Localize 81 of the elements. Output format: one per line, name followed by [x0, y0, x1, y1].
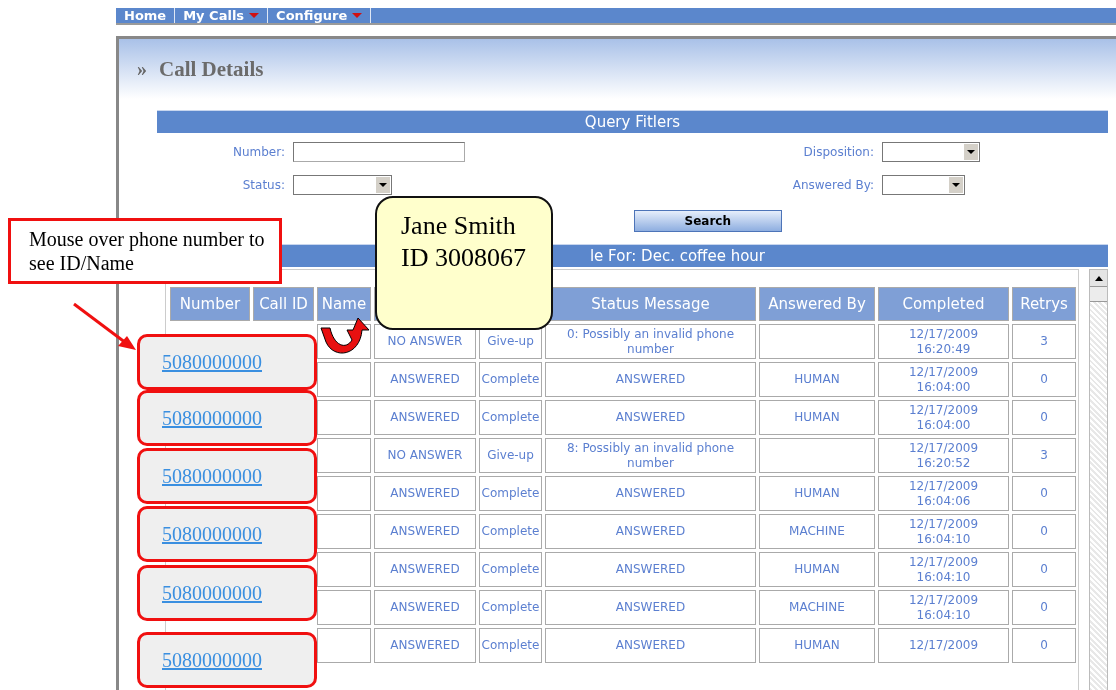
table-cell: 12/17/2009 16:04:10: [878, 514, 1009, 549]
table-cell: ANSWERED: [374, 362, 476, 397]
phone-number-link[interactable]: 5080000000: [162, 406, 262, 430]
phone-number-link[interactable]: 5080000000: [162, 648, 262, 672]
table-cell: 12/17/2009 16:04:00: [878, 362, 1009, 397]
column-header: Retrys: [1012, 287, 1076, 321]
table-cell: 12/17/2009 16:20:52: [878, 438, 1009, 473]
table-cell: 12/17/2009 16:04:06: [878, 476, 1009, 511]
table-cell: ANSWERED: [545, 628, 756, 663]
table-cell: 3: [1012, 324, 1076, 359]
table-cell: MACHINE: [759, 590, 875, 625]
dropdown-field[interactable]: [293, 175, 392, 195]
nav-menu-item[interactable]: Configure: [268, 8, 372, 23]
curved-arrow: [320, 317, 370, 354]
table-cell: NO ANSWER: [374, 438, 476, 473]
table-cell: 0: [1012, 400, 1076, 435]
table-cell: Complete: [479, 590, 542, 625]
chevron-icon: »: [137, 57, 147, 81]
table-cell: 0: [1012, 628, 1076, 663]
table-cell: ANSWERED: [545, 362, 756, 397]
phone-number-link[interactable]: 5080000000: [162, 350, 262, 374]
column-header: Completed: [878, 287, 1009, 321]
field-label: Answered By:: [792, 178, 874, 192]
page-title: Call Details: [159, 56, 264, 82]
table-cell: 0: [1012, 590, 1076, 625]
table-cell: Give-up: [479, 438, 542, 473]
phone-number-link[interactable]: 5080000000: [162, 522, 262, 546]
section-header: Query Fitlers: [157, 110, 1108, 133]
table-cell: 0: [1012, 514, 1076, 549]
table-cell: 12/17/2009: [878, 628, 1009, 663]
table-cell: ANSWERED: [374, 400, 476, 435]
column-header: Number: [170, 287, 250, 321]
column-header: Answered By: [759, 287, 875, 321]
table-cell: ANSWERED: [545, 514, 756, 549]
table-cell: 3: [1012, 438, 1076, 473]
table-cell: 12/17/2009 16:20:49: [878, 324, 1009, 359]
table-cell: MACHINE: [759, 514, 875, 549]
table-cell: ANSWERED: [374, 514, 476, 549]
nav-menu-item[interactable]: Home: [116, 8, 176, 23]
column-header: Call ID: [253, 287, 314, 321]
table-cell: HUMAN: [759, 476, 875, 511]
table-cell: Complete: [479, 362, 542, 397]
table-cell: HUMAN: [759, 552, 875, 587]
dropdown-field[interactable]: [882, 142, 980, 162]
table-cell: Complete: [479, 514, 542, 549]
table-cell: Complete: [479, 400, 542, 435]
table-cell: HUMAN: [759, 400, 875, 435]
table-cell: 0: [1012, 362, 1076, 397]
table-cell: 0: [1012, 552, 1076, 587]
table-cell: ANSWERED: [545, 552, 756, 587]
table-cell: ANSWERED: [374, 590, 476, 625]
table-cell: 12/17/2009 16:04:10: [878, 552, 1009, 587]
tooltip: Jane Smith ID 3008067: [375, 196, 553, 330]
table-cell: ANSWERED: [374, 552, 476, 587]
table-cell: Complete: [479, 552, 542, 587]
field-label: Status:: [241, 178, 285, 192]
table-cell: ANSWERED: [374, 628, 476, 663]
column-header: Name: [317, 287, 371, 321]
table-cell: HUMAN: [759, 362, 875, 397]
table-cell: 12/17/2009 16:04:00: [878, 400, 1009, 435]
table-cell: Complete: [479, 476, 542, 511]
table-cell: ANSWERED: [545, 400, 756, 435]
field-label: Disposition:: [803, 145, 874, 159]
annotation-note: Mouse over phone number to see ID/Name: [8, 218, 282, 284]
nav-menu-item[interactable]: My Calls: [175, 8, 269, 23]
table-cell: 0: Possibly an invalid phone number: [545, 324, 756, 359]
input-field[interactable]: [293, 142, 465, 162]
table-cell: ANSWERED: [374, 476, 476, 511]
table-cell: ANSWERED: [545, 476, 756, 511]
scrollbar[interactable]: [1089, 269, 1108, 690]
phone-number-link[interactable]: 5080000000: [162, 581, 262, 605]
table-cell: ANSWERED: [545, 590, 756, 625]
table-cell: 0: [1012, 476, 1076, 511]
table-cell: 12/17/2009 16:04:10: [878, 590, 1009, 625]
phone-number-link[interactable]: 5080000000: [162, 464, 262, 488]
field-label: Number:: [231, 145, 285, 159]
table-cell: HUMAN: [759, 628, 875, 663]
dropdown-field[interactable]: [882, 175, 965, 195]
table-cell: Complete: [479, 628, 542, 663]
search-button[interactable]: Search: [633, 210, 782, 232]
table-cell: 8: Possibly an invalid phone number: [545, 438, 756, 473]
